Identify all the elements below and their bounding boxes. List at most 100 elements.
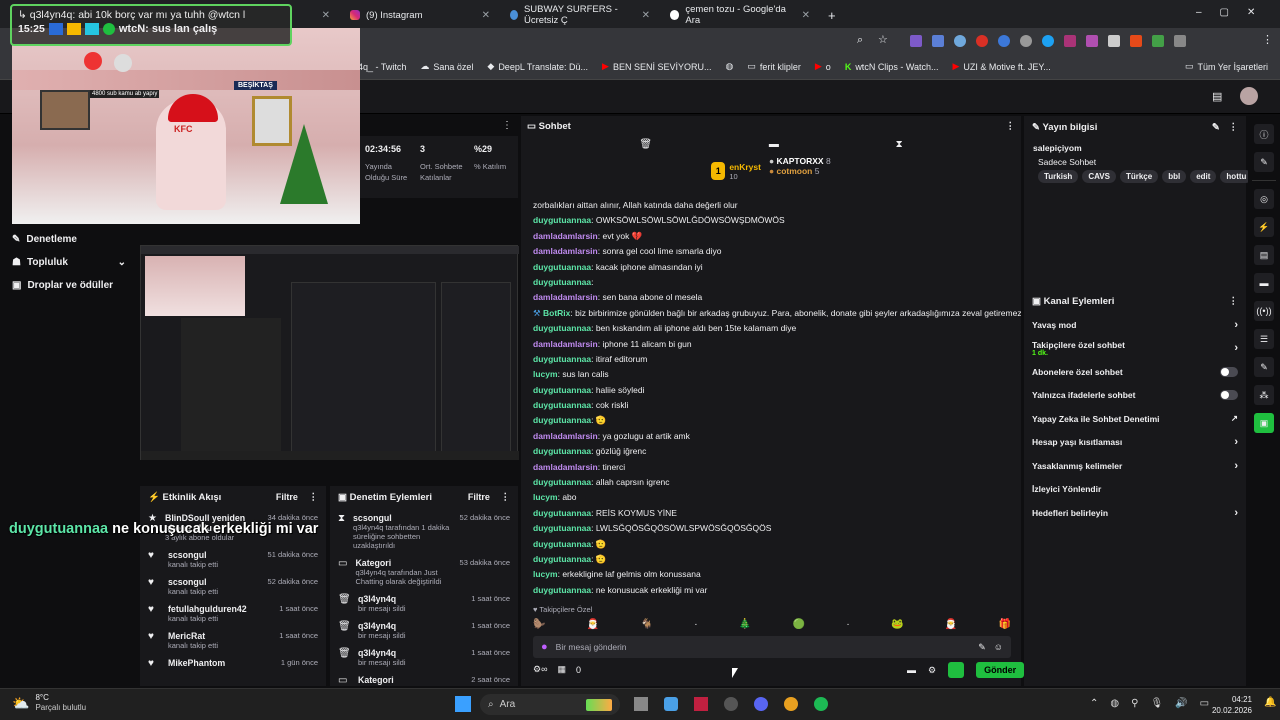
mic-icon[interactable]: ●: [541, 641, 548, 653]
chat-message[interactable]: duygutuannaa: allah caprsın igrenc: [521, 475, 1021, 490]
extension-icon[interactable]: [1152, 35, 1164, 47]
toggle-switch[interactable]: [1220, 390, 1238, 401]
emote[interactable]: 🎅: [587, 619, 599, 633]
channel-action-row[interactable]: Yasaklanmış kelimeler ›: [1024, 454, 1246, 478]
spotify-icon[interactable]: [814, 697, 828, 711]
chat-message[interactable]: duygutuannaa: cok riskli: [521, 398, 1021, 413]
more-icon[interactable]: ⋮: [502, 120, 512, 131]
chat-message[interactable]: duygutuannaa: kacak iphone almasından iy…: [521, 260, 1021, 275]
chat-message[interactable]: damladamlarsin: evt yok 💔: [521, 229, 1021, 244]
star-icon[interactable]: ☆: [878, 33, 888, 46]
nav-community[interactable]: ☗ Topluluk ⌄: [0, 251, 138, 274]
emote[interactable]: ·: [694, 619, 697, 633]
extension-icon[interactable]: [1064, 35, 1076, 47]
chat-username[interactable]: damladamlarsin: [533, 431, 598, 441]
chat-username[interactable]: duygutuannaa: [533, 262, 591, 272]
chat-username[interactable]: duygutuannaa: [533, 215, 591, 225]
chat-message[interactable]: duygutuannaa: gözlüğ iğrenc: [521, 444, 1021, 459]
activity-row[interactable]: ♥ scsongul kanalı takip etti 51 dakika önce: [140, 546, 326, 573]
tray-app-icon[interactable]: ◍: [1110, 698, 1119, 709]
emote[interactable]: ·: [846, 619, 849, 633]
video-preview[interactable]: [140, 245, 519, 460]
emote[interactable]: 🐐: [641, 619, 653, 633]
wrench-icon[interactable]: ✎: [1254, 357, 1274, 377]
chat-username[interactable]: duygutuannaa: [533, 446, 591, 456]
channel-action-row[interactable]: Abonelere özel sohbet: [1024, 360, 1246, 384]
extension-icon[interactable]: [1130, 35, 1142, 47]
chat-username[interactable]: duygutuannaa: [533, 554, 591, 564]
chat-username[interactable]: duygutuannaa: [533, 508, 591, 518]
tray-app-icon[interactable]: ⚲: [1131, 698, 1138, 709]
leader-name[interactable]: cotmoon: [776, 166, 812, 176]
stream-tag[interactable]: CAVS: [1082, 170, 1116, 183]
bookmark-folder[interactable]: ▭ ferit klipler: [747, 61, 801, 72]
chat-message[interactable]: duygutuannaa: ben kıskandım ali iphone a…: [521, 321, 1021, 336]
gear-icon[interactable]: ⚙: [928, 665, 936, 676]
close-icon[interactable]: ✕: [802, 10, 810, 21]
avatar[interactable]: [1240, 87, 1258, 105]
chat-username[interactable]: duygutuannaa: [533, 523, 591, 533]
chat-message[interactable]: duygutuannaa: 🫡: [521, 552, 1021, 567]
more-icon[interactable]: ⋮: [1006, 121, 1016, 132]
chat-username[interactable]: duygutuannaa: [533, 539, 591, 549]
chat-username[interactable]: damladamlarsin: [533, 231, 598, 241]
chat-message[interactable]: ⚒ BotRix: biz birbirimize gönülden bağlı…: [521, 306, 1021, 321]
bookmark-item[interactable]: ◆ DeepL Translate: Dü...: [487, 61, 588, 72]
camera-icon[interactable]: ◎: [1254, 189, 1274, 209]
close-icon[interactable]: ✕: [482, 10, 490, 21]
more-icon[interactable]: ⋮: [1229, 122, 1239, 133]
discord-icon[interactable]: [754, 697, 768, 711]
activity-row[interactable]: ♥ fetullahgulduren42 kanalı takip etti 1 sa…: [140, 600, 326, 627]
new-tab-button[interactable]: +: [820, 4, 840, 26]
channel-points-icon[interactable]: ⚙∞: [533, 664, 547, 675]
chat-message[interactable]: lucym: sus lan calis: [521, 367, 1021, 382]
leader-first[interactable]: 1 enKryst 10: [711, 156, 761, 186]
chat-input-box[interactable]: ● Bir mesaj gönderin ✎ ☺: [533, 636, 1011, 658]
chat-message[interactable]: duygutuannaa:: [521, 275, 1021, 290]
lightning-icon[interactable]: ⚡: [1254, 217, 1274, 237]
info-icon[interactable]: ⓘ: [1254, 124, 1274, 144]
activity-row[interactable]: ♥ MikePhantom 1 gün önce: [140, 654, 326, 673]
taskbar-search[interactable]: ⌕ Ara: [480, 694, 620, 715]
window-controls[interactable]: –▢✕: [1196, 7, 1273, 18]
filter-button[interactable]: Filtre: [468, 492, 490, 502]
volume-icon[interactable]: 🔊: [1175, 698, 1187, 709]
mod-row[interactable]: 🗑 q3l4yn4q bir mesajı sildi 1 saat önce: [330, 617, 518, 644]
chat-username[interactable]: BotRix: [543, 308, 570, 318]
bookmark-item[interactable]: ▶ o: [815, 61, 831, 72]
chat-username[interactable]: lucym: [533, 492, 558, 502]
emote[interactable]: 🐸: [891, 619, 903, 633]
mic-icon[interactable]: 🎙: [1150, 698, 1163, 709]
chat-username[interactable]: damladamlarsin: [533, 292, 598, 302]
chrome-icon[interactable]: [784, 697, 798, 711]
chat-message[interactable]: zorbalıkları aittan alınır, Allah katınd…: [521, 198, 1021, 213]
edit-icon[interactable]: ✎: [1212, 122, 1220, 133]
emote[interactable]: 🎁: [999, 619, 1011, 633]
chat-input[interactable]: Bir mesaj gönderin: [556, 642, 627, 652]
menu-icon[interactable]: ⋮: [1262, 33, 1273, 46]
activity-row[interactable]: ♥ scsongul kanalı takip etti 52 dakika önce: [140, 573, 326, 600]
chat-username[interactable]: duygutuannaa: [533, 415, 591, 425]
chat-message[interactable]: damladamlarsin: ya gozlugu at artik amk: [521, 429, 1021, 444]
mod-row[interactable]: 🗑 q3l4yn4q bir mesajı sildi 1 saat önce: [330, 590, 518, 617]
dashboard-icon[interactable]: ▤: [1212, 90, 1222, 103]
chat-username[interactable]: duygutuannaa: [533, 585, 591, 595]
chat-message[interactable]: duygutuannaa: REİS KOYMUS YİNE: [521, 506, 1021, 521]
more-icon[interactable]: ⋮: [1229, 296, 1239, 307]
chat-message[interactable]: duygutuannaa: ne konusucak erkekliği mi …: [521, 583, 1021, 598]
channel-action-row[interactable]: Hesap yaşı kısıtlaması ›: [1024, 431, 1246, 455]
puzzle-icon[interactable]: [1174, 35, 1186, 47]
channel-action-row[interactable]: İzleyici Yönlendir: [1024, 478, 1246, 502]
chat-username[interactable]: lucym: [533, 569, 558, 579]
pen-icon[interactable]: ✎: [1254, 152, 1274, 172]
notification-bell-icon[interactable]: 🔔: [1264, 697, 1276, 708]
emote[interactable]: 🎄: [739, 619, 751, 633]
bookmark-item[interactable]: ▶ BEN SENİ SEVİYORU...: [602, 61, 711, 72]
bookmark-item[interactable]: ☁ Sana özel: [420, 61, 473, 72]
stream-tag[interactable]: edit: [1190, 170, 1217, 183]
chat-message[interactable]: lucym: erkekligine laf gelmis olm konuss…: [521, 567, 1021, 582]
chat-username[interactable]: duygutuannaa: [533, 400, 591, 410]
toggle-switch[interactable]: [1220, 366, 1238, 377]
weather-widget[interactable]: ⛅ 8°C Parçalı bulutlu: [12, 693, 86, 713]
leader-name[interactable]: KAPTORXX: [776, 156, 823, 166]
